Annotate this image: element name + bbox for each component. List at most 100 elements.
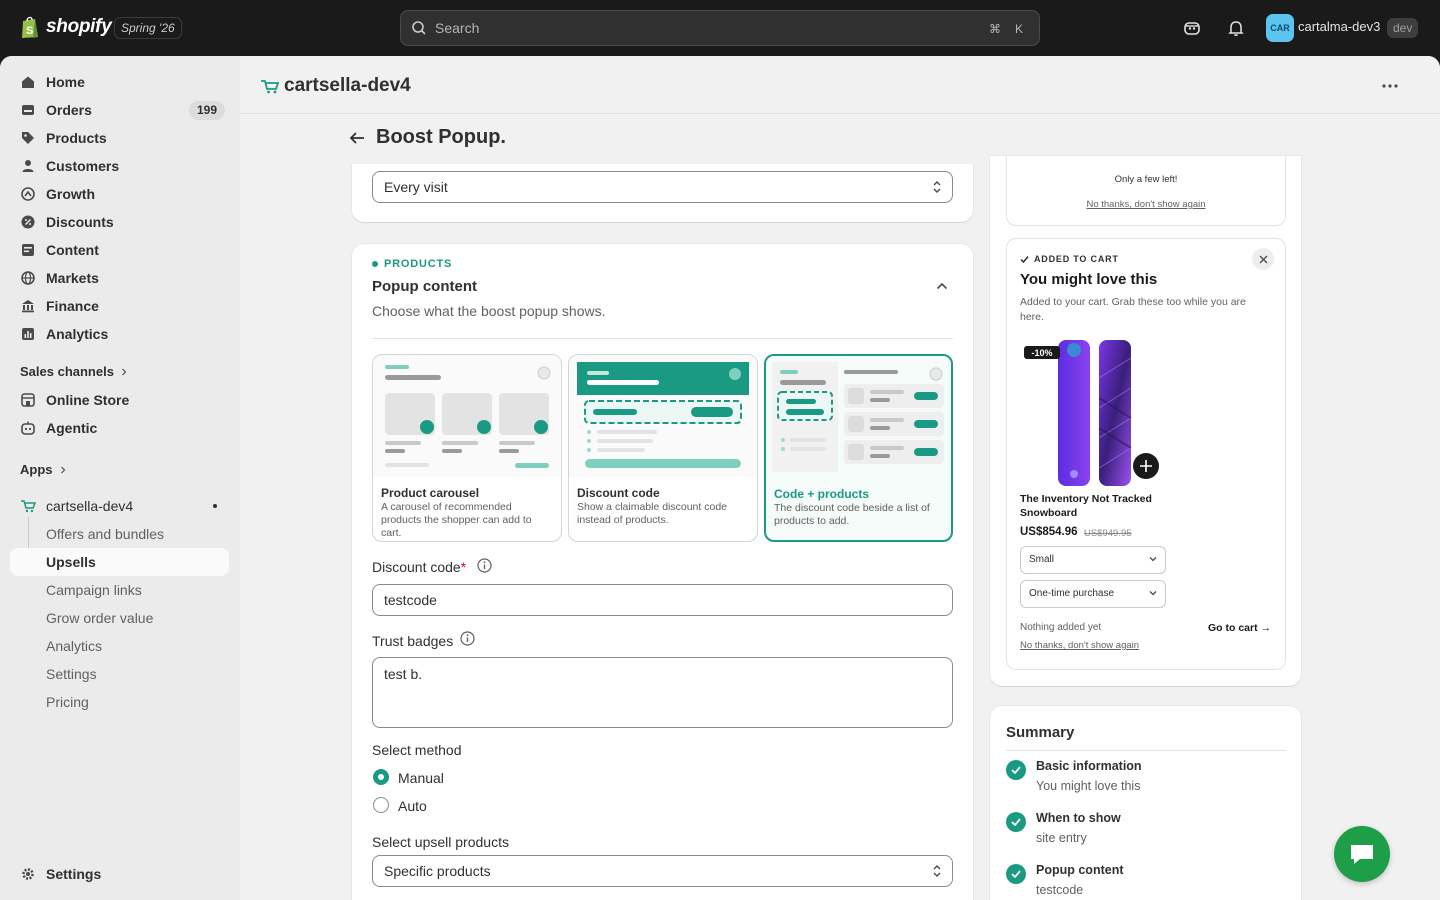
sidebar-subitem-offers[interactable]: Offers and bundles [10,520,229,548]
radio-auto[interactable] [373,797,389,813]
close-icon[interactable] [1252,248,1274,270]
summary-value: testcode [1036,883,1084,897]
sidebar-item-growth[interactable]: Growth [10,180,229,208]
globe-icon [20,270,36,286]
summary-title: Summary [1006,724,1075,741]
shopify-logo[interactable]: S shopify [20,15,112,39]
radio-manual[interactable] [373,769,389,785]
sales-channels-heading[interactable]: Sales channels [20,364,128,379]
radio-auto-label[interactable]: Auto [398,798,427,814]
sidebar-item-markets[interactable]: Markets [10,264,229,292]
top-bar: S shopify Spring '26 Search ⌘ K CAR cart… [0,0,1440,56]
option-code-products[interactable]: Code + products The discount code beside… [764,354,953,542]
sidebar-item-agentic[interactable]: Agentic [10,414,229,442]
sidebar-item-products[interactable]: Products [10,124,229,152]
variant-select[interactable]: Small [1020,546,1166,574]
back-arrow-icon[interactable] [348,130,366,146]
option-title: Code + products [774,487,870,501]
sidebar-item-label: Discounts [46,214,114,230]
sidebar-item-content[interactable]: Content [10,236,229,264]
frequency-card: Every visit [352,156,973,222]
sidebar-item-label: Online Store [46,392,130,408]
app-frame: Home Orders 199 Products Customers Growt… [0,56,1440,900]
purchase-type-select[interactable]: One-time purchase [1020,580,1166,608]
sidebar: Home Orders 199 Products Customers Growt… [0,56,240,900]
option-discount-code[interactable]: Discount code Show a claimable discount … [568,354,758,542]
apps-heading[interactable]: Apps [20,462,67,477]
section-tag-label: PRODUCTS [384,258,453,270]
discount-code-input[interactable]: testcode [372,584,953,616]
cart-app-icon [260,78,280,94]
sidebar-subitem-analytics[interactable]: Analytics [10,632,229,660]
variant-value: Small [1029,554,1055,565]
summary-heading: Popup content [1036,863,1124,877]
preview-prev-card [1006,156,1286,226]
tag-icon [20,130,36,146]
page-title: Boost Popup. [376,126,506,148]
frequency-select[interactable]: Every visit [372,171,953,203]
sidebar-item-cartsella-app[interactable]: cartsella-dev4 [10,492,229,520]
app-header [240,56,1440,114]
trust-badges-textarea[interactable]: test b. [372,657,953,728]
bell-icon[interactable] [1224,16,1248,40]
agentic-icon [20,420,36,436]
collapse-chevron-icon[interactable] [936,282,948,290]
sidebar-item-discounts[interactable]: Discounts [10,208,229,236]
sidebar-item-customers[interactable]: Customers [10,152,229,180]
upsell-products-value: Specific products [384,863,491,879]
chat-button[interactable] [1334,826,1390,882]
info-icon[interactable] [460,631,475,646]
chevron-right-icon [120,368,128,376]
product-compare-price: US$949.95 [1084,528,1132,539]
sidebar-subitem-settings[interactable]: Settings [10,660,229,688]
radio-manual-label[interactable]: Manual [398,770,444,786]
preview-no-thanks-bottom[interactable]: No thanks, don't show again [1020,640,1139,651]
option-product-carousel[interactable]: Product carousel A carousel of recommend… [372,354,562,542]
apps-label: Apps [20,462,53,477]
sidebar-item-home[interactable]: Home [10,68,229,96]
status-dot [372,261,378,267]
sidebar-subitem-upsells[interactable]: Upsells [10,548,229,576]
person-icon [20,158,36,174]
dev-badge: dev [1387,18,1419,38]
avatar[interactable]: CAR [1266,14,1294,42]
sidebar-subitem-pricing[interactable]: Pricing [10,688,229,716]
preview-subtitle: Added to your cart. Grab these too while… [1020,296,1246,323]
sidebar-item-label: Analytics [46,326,109,342]
more-actions-icon[interactable] [1380,76,1400,96]
discount-badge: -10% [1031,348,1052,358]
discount-illustration [569,355,757,477]
check-circle-icon [1006,812,1026,832]
edition-badge[interactable]: Spring '26 [114,17,182,39]
account-name[interactable]: cartalma-dev3 [1298,19,1380,34]
upsell-products-select[interactable]: Specific products [372,855,953,887]
sales-channels-label: Sales channels [20,364,114,379]
orders-count-badge: 199 [188,101,225,120]
shopify-bag-icon: S [22,16,38,38]
preview-added-label: ADDED TO CART [1034,254,1119,264]
go-to-cart-link[interactable]: Go to cart → [1208,622,1271,634]
product-name: The Inventory Not Tracked Snowboard [1020,493,1152,519]
section-tag: PRODUCTS [372,258,452,270]
sidebar-item-settings[interactable]: Settings [10,860,229,888]
divider [1006,750,1286,751]
info-icon[interactable] [477,558,492,573]
preview-added-tag: ADDED TO CART [1020,254,1119,264]
svg-text:S: S [26,25,33,37]
sidebar-subitem-grow-order-value[interactable]: Grow order value [10,604,229,632]
search-bar[interactable]: Search ⌘ K [400,10,1040,46]
sidekick-icon[interactable] [1180,16,1204,40]
check-circle-icon [1006,760,1026,780]
sidebar-item-label: Settings [46,866,102,882]
growth-icon [20,186,36,202]
sidebar-item-online-store[interactable]: Online Store [10,386,229,414]
sidebar-subitem-campaign-links[interactable]: Campaign links [10,576,229,604]
sidebar-item-orders[interactable]: Orders 199 [10,96,229,124]
check-icon [1020,255,1029,264]
sidebar-item-finance[interactable]: Finance [10,292,229,320]
check-circle-icon [1006,864,1026,884]
summary-heading: When to show [1036,811,1121,825]
preview-no-thanks-top[interactable]: No thanks, don't show again [1006,199,1286,210]
search-icon [411,20,427,36]
sidebar-item-analytics[interactable]: Analytics [10,320,229,348]
